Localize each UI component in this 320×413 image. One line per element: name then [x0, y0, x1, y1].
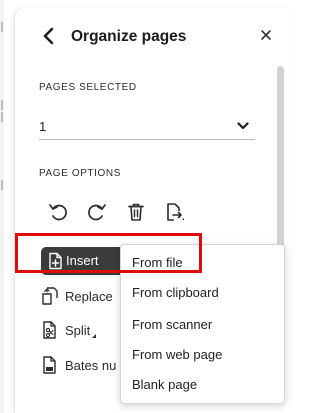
split-label: Split [65, 322, 91, 338]
menu-item-from-scanner[interactable]: From scanner [132, 317, 212, 332]
pages-selected-label: PAGES SELECTED [39, 82, 137, 93]
page-add-icon [49, 252, 62, 270]
edge-mark [1, 100, 3, 110]
page-title: Organize pages [71, 28, 187, 45]
trash-icon [128, 203, 144, 221]
chevron-left-icon [43, 27, 54, 45]
extract-page-button[interactable] [163, 201, 185, 223]
edge-mark [1, 112, 3, 122]
edge-mark [1, 180, 3, 190]
page-replace-icon [42, 287, 58, 305]
menu-item-from-clipboard[interactable]: From clipboard [132, 285, 219, 300]
insert-button[interactable]: Insert [41, 247, 130, 275]
page-export-icon [167, 203, 184, 221]
menu-item-from-file[interactable]: From file [132, 255, 183, 270]
rotate-clockwise-button[interactable] [86, 201, 108, 223]
split-button[interactable]: Split [41, 318, 97, 342]
rotate-counterclockwise-button[interactable] [47, 201, 69, 223]
app-frame: Organize pages PAGES SELECTED 1 PAGE OPT… [0, 0, 292, 413]
submenu-indicator-icon [92, 334, 97, 338]
bates-number-icon [43, 356, 56, 374]
bates-label: Bates nu [65, 357, 117, 373]
insert-button-label: Insert [66, 253, 99, 268]
edge-mark [1, 22, 3, 32]
replace-label: Replace [65, 288, 113, 304]
page-split-icon [43, 321, 56, 339]
menu-item-blank-page[interactable]: Blank page [132, 377, 197, 392]
close-icon [261, 30, 271, 40]
replace-button[interactable]: Replace [41, 284, 113, 308]
rotate-left-icon [49, 204, 67, 221]
pages-selected-dropdown[interactable]: 1 [39, 112, 255, 140]
rotate-right-icon [88, 204, 106, 221]
menu-item-from-web-page[interactable]: From web page [132, 347, 222, 362]
close-button[interactable] [259, 28, 273, 42]
dropdown-underline [39, 139, 255, 140]
delete-page-button[interactable] [125, 201, 147, 223]
background-page-edge [0, 0, 4, 413]
bates-numbering-button[interactable]: Bates nu [41, 353, 116, 377]
back-button[interactable] [39, 25, 59, 47]
panel-header: Organize pages [15, 8, 291, 60]
chevron-down-icon [237, 122, 249, 130]
pages-selected-value: 1 [39, 119, 47, 134]
insert-dropdown-menu: From file From clipboard From scanner Fr… [120, 244, 285, 404]
page-options-label: PAGE OPTIONS [39, 168, 122, 179]
